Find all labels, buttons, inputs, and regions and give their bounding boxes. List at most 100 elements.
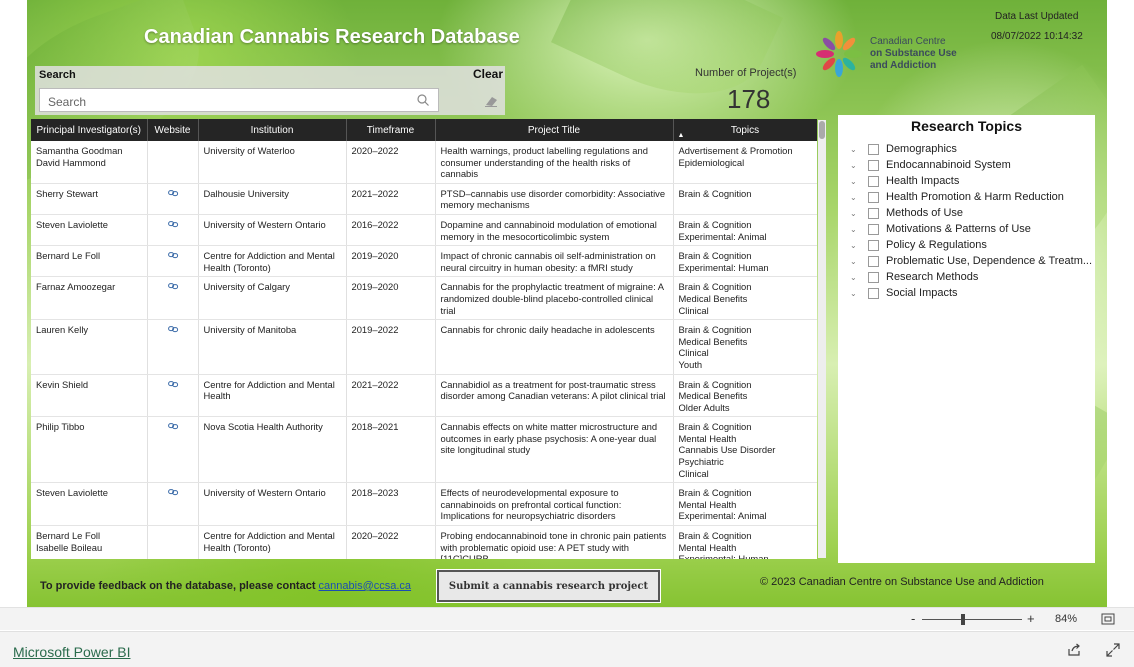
share-icon[interactable] (1067, 643, 1081, 657)
topic-filter-item[interactable]: ⌄ Research Methods (838, 269, 1095, 285)
website-cell[interactable] (147, 276, 199, 321)
topic-tag: Brain & Cognition (678, 250, 752, 262)
table-row[interactable]: Farnaz Amoozegar University of Calgary 201… (31, 276, 817, 321)
col-project-title-header[interactable]: Project Title (435, 119, 674, 141)
powerbi-link[interactable]: Microsoft Power BI (13, 644, 130, 660)
submit-project-button[interactable]: Submit a cannabis research project (436, 569, 661, 603)
website-cell[interactable] (147, 374, 199, 418)
topic-tag: Advertisement & Promotion (678, 145, 793, 156)
link-icon[interactable] (167, 220, 179, 228)
feedback-email-link[interactable]: cannabis@ccsa.ca (319, 580, 412, 592)
table-row[interactable]: Steven Laviolette University of Western O… (31, 482, 817, 527)
expand-icon[interactable] (1106, 643, 1120, 657)
table-row[interactable]: Bernard Le Foll Isabelle Boileau Centre fo… (31, 525, 817, 559)
topic-checkbox[interactable] (868, 207, 879, 219)
topics-cell: Brain & Cognition Mental Health Experiment… (673, 525, 817, 559)
table-row[interactable]: Lauren Kelly University of Manitoba 2019–2… (31, 319, 817, 375)
link-icon[interactable] (167, 325, 179, 333)
website-cell[interactable] (147, 214, 199, 247)
topic-filter-item[interactable]: ⌄ Health Impacts (838, 173, 1095, 189)
sort-ascending-icon[interactable]: ▲ (678, 132, 685, 139)
table-scrollbar-thumb[interactable] (819, 121, 825, 139)
topic-filter-item[interactable]: ⌄ Policy & Regulations (838, 237, 1095, 253)
chevron-down-icon[interactable]: ⌄ (850, 161, 862, 170)
chevron-down-icon[interactable]: ⌄ (850, 289, 862, 298)
col-timeframe-header[interactable]: Timeframe (346, 119, 436, 141)
topic-checkbox[interactable] (868, 175, 879, 187)
research-topics-panel: Research Topics ⌄ Demographics ⌄ Endocannab… (838, 115, 1095, 563)
col-institution-header[interactable]: Institution (198, 119, 347, 141)
chevron-down-icon[interactable]: ⌄ (850, 273, 862, 282)
topic-checkbox[interactable] (868, 255, 879, 267)
topics-cell: Brain & Cognition Experimental: Human (673, 245, 817, 278)
zoom-slider-track[interactable] (922, 619, 1022, 620)
website-cell[interactable] (147, 416, 199, 484)
website-cell[interactable] (147, 319, 199, 375)
project-title-cell: Cannabis effects on white matter microst… (435, 416, 674, 484)
table-row[interactable]: Samantha Goodman David Hammond University … (31, 141, 817, 184)
topic-tag: Brain & Cognition (678, 530, 752, 542)
link-icon[interactable] (167, 189, 179, 197)
timeframe-cell: 2016–2022 (346, 214, 436, 247)
topic-checkbox[interactable] (868, 159, 879, 171)
chevron-down-icon[interactable]: ⌄ (850, 241, 862, 250)
website-cell[interactable] (147, 183, 199, 215)
website-cell[interactable] (147, 245, 199, 278)
topic-checkbox[interactable] (868, 287, 879, 299)
table-row[interactable]: Philip Tibbo Nova Scotia Health Authority… (31, 416, 817, 484)
topic-filter-item[interactable]: ⌄ Problematic Use, Dependence & Treatm... (838, 253, 1095, 269)
search-icon[interactable] (416, 93, 430, 107)
eraser-icon[interactable] (483, 94, 499, 108)
link-icon[interactable] (167, 488, 179, 496)
topic-tag: Medical Benefits (678, 390, 748, 402)
clear-button[interactable]: Clear (473, 67, 503, 81)
chevron-down-icon[interactable]: ⌄ (850, 225, 862, 234)
link-icon[interactable] (167, 282, 179, 290)
data-last-updated-label: Data Last Updated (995, 11, 1079, 22)
link-icon[interactable] (167, 251, 179, 259)
topic-label: Problematic Use, Dependence & Treatm... (886, 255, 1093, 267)
topic-filter-item[interactable]: ⌄ Health Promotion & Harm Reduction (838, 189, 1095, 205)
topic-tag: Youth (678, 358, 703, 370)
ccsa-logo: Canadian Centre on Substance Use and Add… (813, 28, 963, 80)
table-row[interactable]: Bernard Le Foll Centre for Addiction and … (31, 245, 817, 278)
topic-tag: Clinical (678, 467, 709, 479)
chevron-down-icon[interactable]: ⌄ (850, 209, 862, 218)
investigator-name: David Hammond (36, 156, 106, 168)
zoom-out-button[interactable]: - (911, 611, 915, 626)
topic-checkbox[interactable] (868, 143, 879, 155)
topic-filter-item[interactable]: ⌄ Methods of Use (838, 205, 1095, 221)
chevron-down-icon[interactable]: ⌄ (850, 145, 862, 154)
search-field (39, 88, 439, 112)
table-row[interactable]: Kevin Shield Centre for Addiction and Men… (31, 374, 817, 418)
topic-checkbox[interactable] (868, 239, 879, 251)
zoom-in-button[interactable]: + (1027, 611, 1035, 626)
topic-tag: Clinical (678, 347, 709, 359)
chevron-down-icon[interactable]: ⌄ (850, 193, 862, 202)
topic-filter-item[interactable]: ⌄ Demographics (838, 141, 1095, 157)
chevron-down-icon[interactable]: ⌄ (850, 177, 862, 186)
search-input[interactable] (40, 89, 438, 111)
timeframe-cell: 2020–2022 (346, 525, 436, 559)
table-row[interactable]: Sherry Stewart Dalhousie University 2021–2… (31, 183, 817, 215)
link-icon[interactable] (167, 422, 179, 430)
col-topics-header[interactable]: Topics ▲ (673, 119, 817, 141)
col-principal-investigators-header[interactable]: Principal Investigator(s) (31, 119, 148, 141)
zoom-slider-thumb[interactable] (961, 614, 965, 625)
topic-tag: Experimental: Animal (678, 230, 767, 242)
topic-label: Research Methods (886, 271, 979, 283)
topic-filter-item[interactable]: ⌄ Motivations & Patterns of Use (838, 221, 1095, 237)
fit-to-page-icon[interactable] (1101, 613, 1115, 625)
topic-checkbox[interactable] (868, 191, 879, 203)
table-scrollbar[interactable] (818, 120, 826, 558)
col-website-header[interactable]: Website (147, 119, 199, 141)
topic-checkbox[interactable] (868, 271, 879, 283)
topic-checkbox[interactable] (868, 223, 879, 235)
project-title-cell: Health warnings, product labelling regul… (435, 141, 674, 184)
chevron-down-icon[interactable]: ⌄ (850, 257, 862, 266)
link-icon[interactable] (167, 380, 179, 388)
topic-filter-item[interactable]: ⌄ Social Impacts (838, 285, 1095, 301)
topic-filter-item[interactable]: ⌄ Endocannabinoid System (838, 157, 1095, 173)
table-row[interactable]: Steven Laviolette University of Western O… (31, 214, 817, 247)
website-cell[interactable] (147, 482, 199, 527)
